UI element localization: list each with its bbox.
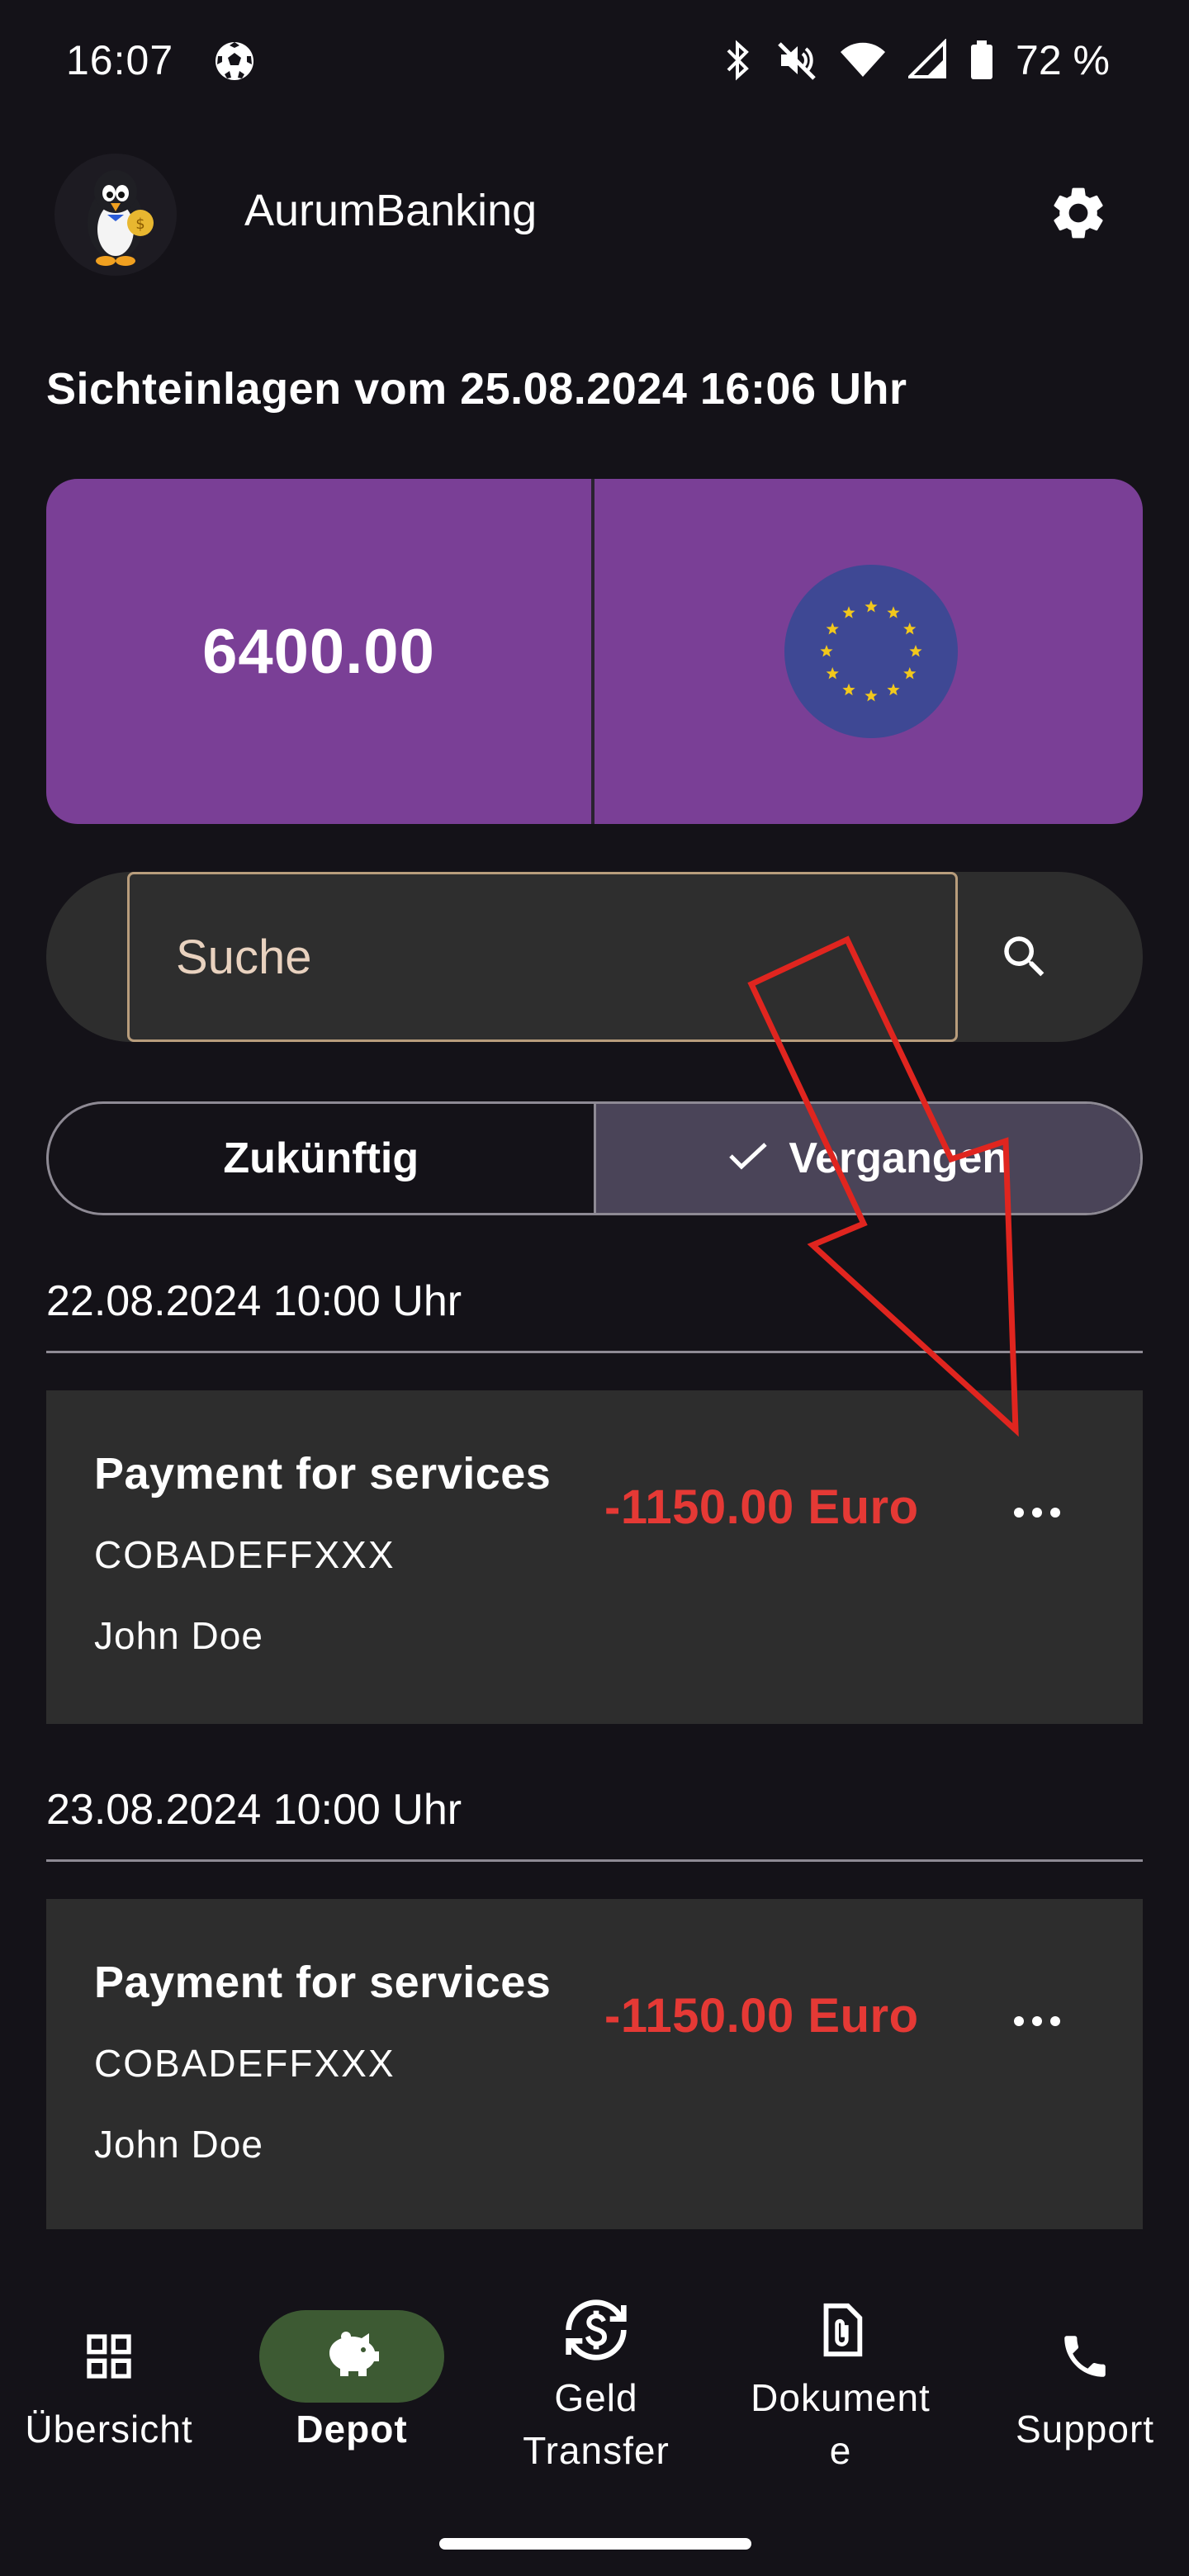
- nav-label-support: Support: [1015, 2408, 1155, 2451]
- more-options-icon[interactable]: [1004, 1988, 1070, 2054]
- eu-star-icon: [887, 606, 900, 618]
- divider: [46, 1351, 1143, 1353]
- status-time: 16:07: [66, 37, 174, 83]
- transaction-bic: COBADEFFXXX: [94, 2042, 396, 2085]
- battery-icon: [969, 39, 994, 82]
- nav-label-overview: Übersicht: [25, 2408, 193, 2451]
- balance-card: 6400.00: [46, 479, 1143, 824]
- eu-star-icon: [865, 600, 878, 613]
- transaction-date: 22.08.2024 10:00 Uhr: [46, 1277, 462, 1325]
- wifi-icon: [839, 39, 887, 82]
- eu-star-icon: [903, 667, 917, 680]
- transaction-card[interactable]: Payment for services COBADEFFXXX John Do…: [46, 1390, 1143, 1724]
- segment-future-label: Zukünftig: [223, 1134, 419, 1182]
- eu-star-icon: [820, 645, 833, 657]
- balance-divider: [591, 479, 594, 824]
- check-icon: [727, 1134, 769, 1183]
- svg-text:$: $: [135, 215, 144, 233]
- soccer-ball-icon: [213, 40, 256, 83]
- eu-star-icon: [887, 683, 900, 696]
- transaction-title: Payment for services: [94, 1958, 552, 2007]
- nav-item-overview[interactable]: Übersicht: [0, 2279, 228, 2455]
- eu-star-icon: [909, 645, 922, 657]
- search-icon[interactable]: [988, 920, 1062, 994]
- transaction-title: Payment for services: [94, 1449, 552, 1499]
- phone-icon: [992, 2310, 1177, 2403]
- currency-exchange-icon: [504, 2284, 689, 2376]
- eu-star-icon: [842, 683, 855, 696]
- segment-future[interactable]: Zukünftig: [49, 1104, 596, 1213]
- nav-label-depot: Depot: [296, 2408, 408, 2451]
- bluetooth-icon: [722, 39, 755, 82]
- page-title: Sichteinlagen vom 25.08.2024 16:06 Uhr: [46, 364, 907, 414]
- eu-star-icon: [826, 667, 839, 680]
- bottom-navigation: Übersicht Depot Geld Transfer Dokument e…: [0, 2279, 1189, 2576]
- battery-percent: 72 %: [1016, 37, 1110, 83]
- more-options-icon[interactable]: [1004, 1480, 1070, 1546]
- transaction-date: 23.08.2024 10:00 Uhr: [46, 1786, 462, 1834]
- nav-item-depot[interactable]: Depot: [233, 2279, 471, 2455]
- document-icon: [748, 2284, 933, 2376]
- transaction-card[interactable]: Payment for services COBADEFFXXX John Do…: [46, 1899, 1143, 2229]
- eu-star-icon: [842, 606, 855, 618]
- settings-gear-icon[interactable]: [1047, 182, 1110, 244]
- transaction-counterparty: John Doe: [94, 1614, 263, 1657]
- home-indicator[interactable]: [439, 2538, 751, 2550]
- status-icons: 72 %: [722, 36, 1110, 84]
- nav-label-documents: Dokument e: [751, 2376, 931, 2472]
- eu-star-icon: [903, 623, 917, 635]
- time-filter-segmented: Zukünftig Vergangen: [46, 1101, 1143, 1215]
- divider: [46, 1859, 1143, 1862]
- balance-amount: 6400.00: [202, 616, 435, 687]
- nav-item-money-transfer[interactable]: Geld Transfer: [477, 2279, 715, 2477]
- signal-icon: [908, 39, 948, 82]
- transaction-counterparty: John Doe: [94, 2123, 263, 2166]
- piggy-bank-icon: [259, 2310, 444, 2403]
- nav-label-money-transfer: Geld Transfer: [523, 2376, 670, 2472]
- segment-past[interactable]: Vergangen: [595, 1104, 1140, 1213]
- nav-item-documents[interactable]: Dokument e: [722, 2279, 959, 2477]
- grid-icon: [17, 2310, 201, 2403]
- eu-flag-icon: [784, 565, 958, 738]
- app-logo: $: [54, 154, 177, 276]
- mute-icon: [776, 39, 817, 82]
- segment-past-label: Vergangen: [789, 1134, 1009, 1182]
- transaction-amount: -1150.00 Euro: [604, 1480, 919, 1534]
- transaction-amount: -1150.00 Euro: [604, 1989, 919, 2043]
- app-title: AurumBanking: [244, 186, 538, 235]
- search-input[interactable]: Suche: [127, 872, 958, 1042]
- nav-item-support[interactable]: Support: [966, 2279, 1189, 2455]
- transaction-bic: COBADEFFXXX: [94, 1533, 396, 1576]
- eu-star-icon: [865, 689, 878, 702]
- eu-star-icon: [826, 623, 839, 635]
